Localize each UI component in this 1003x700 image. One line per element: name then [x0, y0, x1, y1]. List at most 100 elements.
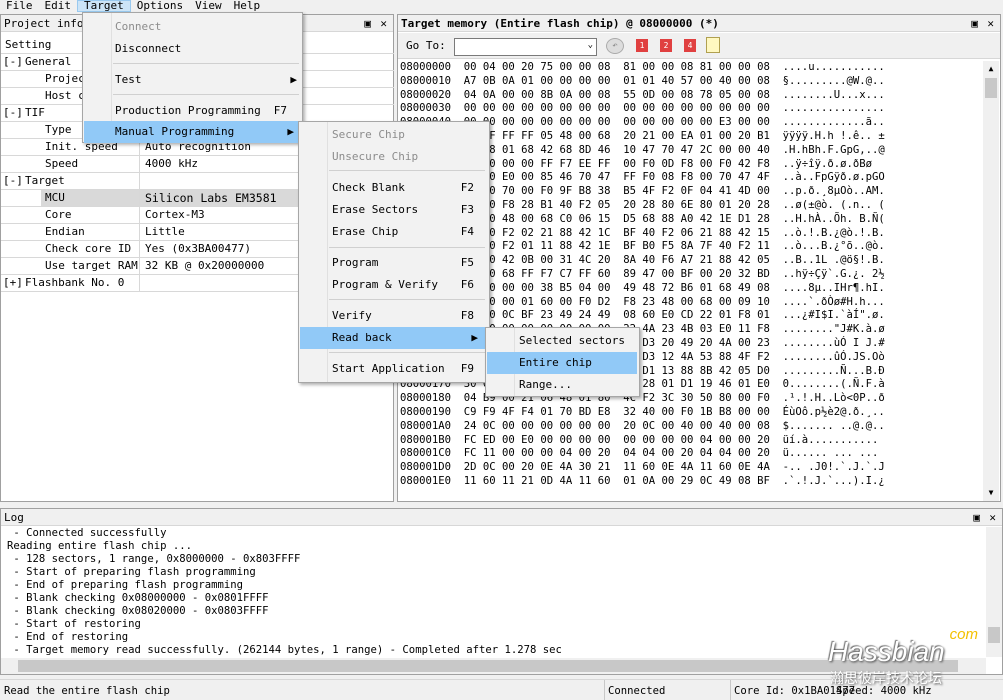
log-scrollbar[interactable]: [986, 527, 1002, 657]
close-icon[interactable]: ✕: [380, 15, 387, 31]
log-line: - Blank checking 0x08000000 - 0x0801FFFF: [7, 592, 269, 604]
tree-value: [139, 173, 299, 189]
log-line: Reading entire flash chip ...: [7, 540, 192, 552]
menu-item-label: Manual Programming: [115, 125, 235, 138]
menu-item-label: Check Blank: [332, 181, 405, 194]
memory-row[interactable]: 080001C0 FC 11 00 00 00 04 00 20 04 04 0…: [400, 447, 980, 461]
menu-item-label: Program & Verify: [332, 278, 438, 291]
menu-item-test[interactable]: Test ▶: [115, 69, 297, 91]
tree-label: Core: [45, 208, 72, 221]
menu-item-check-blank[interactable]: Check Blank F2: [332, 177, 474, 199]
tree-label: Flashbank No. 0: [25, 276, 125, 289]
menu-item-entire-chip[interactable]: Entire chip: [487, 352, 637, 374]
menu-item-connect[interactable]: Connect: [115, 16, 297, 38]
collapse-icon[interactable]: [-]: [3, 54, 23, 70]
menu-item-range[interactable]: Range...: [519, 374, 634, 396]
close-icon[interactable]: ✕: [989, 509, 996, 525]
tree-label: General: [25, 55, 72, 68]
menu-edit[interactable]: Edit: [39, 0, 78, 12]
log-hscrollbar[interactable]: [1, 658, 986, 674]
expand-icon[interactable]: [+]: [3, 275, 23, 291]
log-output: - Connected successfully Reading entire f…: [7, 527, 977, 657]
menu-file[interactable]: File: [0, 0, 39, 12]
menu-item-manual-programming[interactable]: Manual Programming ▶: [84, 121, 302, 143]
go-back-icon[interactable]: ↶: [606, 38, 624, 54]
tree-label: Use target RAM: [45, 259, 138, 272]
memory-row[interactable]: 08000010 A7 0B 0A 01 00 00 00 00 01 01 4…: [400, 75, 980, 89]
setting-header-text: Setting: [5, 38, 52, 51]
memory-row[interactable]: 080001A0 24 0C 00 00 00 00 00 00 20 0C 0…: [400, 420, 980, 434]
submenu-arrow-icon: ▶: [287, 125, 294, 138]
memory-row[interactable]: 080001E0 11 60 11 21 0D 4A 11 60 01 0A 0…: [400, 475, 980, 489]
tree-value: Little: [139, 224, 299, 240]
edit-note-icon[interactable]: [706, 37, 720, 53]
tree-value: 32 KB @ 0x20000000: [139, 258, 299, 274]
menu-help[interactable]: Help: [228, 0, 267, 12]
memory-row[interactable]: 08000020 04 0A 00 00 8B 0A 00 08 55 0D 0…: [400, 89, 980, 103]
menu-item-start-application[interactable]: Start Application F9: [332, 358, 474, 380]
menu-item-disconnect[interactable]: Disconnect: [115, 38, 297, 60]
tree-value: Cortex-M3: [139, 207, 299, 223]
menu-item-label: Erase Chip: [332, 225, 399, 238]
menu-item-erase-chip[interactable]: Erase Chip F4: [332, 221, 474, 243]
menu-item-label: Production Programming: [115, 104, 261, 117]
close-icon[interactable]: ✕: [987, 15, 994, 31]
tree-value: Yes (0x3BA00477): [139, 241, 299, 257]
memory-row[interactable]: 08000190 C9 F9 4F F4 01 70 BD E8 32 40 0…: [400, 406, 980, 420]
goto-input[interactable]: ⌄: [454, 38, 597, 56]
memory-row[interactable]: 080001D0 2D 0C 00 20 0E 4A 30 21 11 60 0…: [400, 461, 980, 475]
view-2-icon[interactable]: 2: [660, 39, 672, 52]
menu-item-label: Verify: [332, 309, 372, 322]
tree-label: Speed: [45, 157, 79, 170]
shortcut-label: F9: [460, 362, 474, 375]
memory-row[interactable]: 08000030 00 00 00 00 00 00 00 00 00 00 0…: [400, 102, 980, 116]
goto-label: Go To:: [406, 39, 446, 52]
memory-toolbar: Go To: ⌄ ↶ 1 2 4: [398, 33, 1000, 59]
chevron-down-icon[interactable]: ⌄: [588, 40, 593, 50]
status-speed: Speed: 4000 kHz: [836, 685, 932, 697]
log-title-text: Log: [4, 511, 24, 524]
tree-label: Type: [45, 123, 72, 136]
menu-item-erase-sectors[interactable]: Erase Sectors F3: [332, 199, 474, 221]
shortcut-label: F6: [460, 278, 474, 291]
menu-item-selected-sectors[interactable]: Selected sectors: [519, 330, 634, 352]
log-line: - End of restoring: [7, 631, 129, 643]
read-back-menu: Selected sectors Entire chip Range...: [485, 327, 640, 397]
memory-row[interactable]: 08000000 00 04 00 20 75 00 00 08 81 00 0…: [400, 61, 980, 75]
menu-item-read-back[interactable]: Read back ▶: [300, 327, 488, 349]
log-line: - Start of restoring: [7, 618, 141, 630]
view-4-icon[interactable]: 4: [684, 39, 696, 52]
menu-item-label: Secure Chip: [332, 128, 405, 141]
shortcut-label: F7: [273, 104, 287, 117]
menu-item-production[interactable]: Production Programming F7: [115, 100, 287, 122]
menu-item-program-verify[interactable]: Program & Verify F6: [332, 274, 474, 296]
memory-row[interactable]: 080001B0 FC ED 00 E0 00 00 00 00 00 00 0…: [400, 434, 980, 448]
menu-item-label: Program: [332, 256, 379, 269]
menu-item-label: Start Application: [332, 362, 445, 375]
tree-value: Silicon Labs EM3581: [139, 190, 299, 206]
float-icon[interactable]: ▣: [364, 15, 371, 31]
menu-options[interactable]: Options: [131, 0, 189, 12]
menu-item-unsecure-chip[interactable]: Unsecure Chip: [332, 146, 482, 168]
view-1-icon[interactable]: 1: [636, 39, 648, 52]
tree-label: MCU: [41, 190, 139, 206]
shortcut-label: F5: [460, 256, 474, 269]
menu-item-label: Erase Sectors: [332, 203, 419, 216]
submenu-arrow-icon: ▶: [290, 73, 297, 86]
float-icon[interactable]: ▣: [973, 509, 980, 525]
collapse-icon[interactable]: [-]: [3, 105, 23, 121]
log-panel: Log ▣ ✕ - Connected successfully Reading …: [0, 508, 1003, 675]
menu-item-verify[interactable]: Verify F8: [332, 305, 474, 327]
memory-title-text: Target memory (Entire flash chip) @ 0800…: [401, 17, 719, 30]
menu-view[interactable]: View: [189, 0, 228, 12]
memory-scrollbar[interactable]: ▲ ▼: [983, 61, 999, 501]
menu-target[interactable]: Target: [77, 0, 131, 12]
target-menu: Connect Disconnect Test ▶ Production Prog…: [82, 12, 303, 143]
log-line: - 128 sectors, 1 range, 0x8000000 - 0x80…: [7, 553, 301, 565]
menu-bar: File Edit Target Options View Help: [0, 0, 1003, 12]
tree-label: Host c: [45, 89, 85, 102]
menu-item-secure-chip[interactable]: Secure Chip: [332, 124, 482, 146]
collapse-icon[interactable]: [-]: [3, 173, 23, 189]
float-icon[interactable]: ▣: [971, 15, 978, 31]
menu-item-program[interactable]: Program F5: [332, 252, 474, 274]
